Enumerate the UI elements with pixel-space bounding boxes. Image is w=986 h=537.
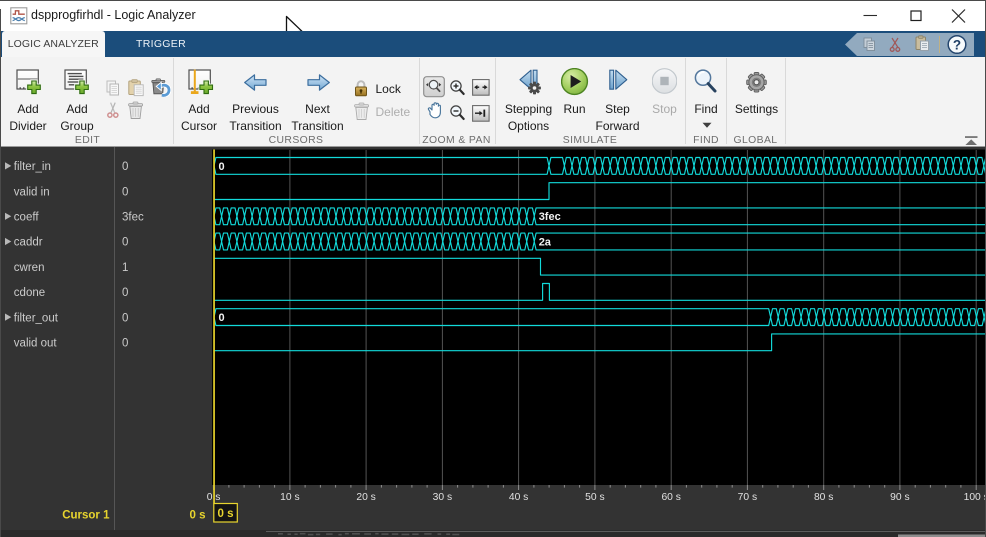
svg-text:90 s: 90 s: [890, 492, 909, 503]
svg-text:0 s: 0 s: [218, 508, 234, 520]
svg-text:0: 0: [122, 186, 128, 198]
svg-text:valid out: valid out: [14, 338, 58, 350]
svg-text:0: 0: [219, 161, 225, 173]
svg-text:cdone: cdone: [14, 287, 45, 299]
svg-text:valid in: valid in: [14, 186, 50, 198]
svg-text:3fec: 3fec: [122, 212, 144, 224]
svg-text:80 s: 80 s: [814, 492, 833, 503]
svg-text:caddr: caddr: [14, 237, 43, 249]
svg-text:40 s: 40 s: [509, 492, 528, 503]
svg-text:filter_in: filter_in: [14, 161, 51, 173]
svg-text:cwren: cwren: [14, 262, 45, 274]
svg-text:30 s: 30 s: [433, 492, 452, 503]
svg-text:1: 1: [122, 262, 128, 274]
svg-text:0 s: 0 s: [190, 510, 206, 522]
svg-text:filter_out: filter_out: [14, 312, 59, 324]
svg-text:Cursor 1: Cursor 1: [62, 510, 110, 522]
svg-text:0: 0: [122, 312, 128, 324]
svg-text:60 s: 60 s: [661, 492, 680, 503]
svg-text:coeff: coeff: [14, 212, 40, 224]
svg-text:0: 0: [122, 287, 128, 299]
svg-text:20 s: 20 s: [356, 492, 375, 503]
svg-text:100 s: 100 s: [964, 492, 986, 503]
svg-text:0: 0: [122, 237, 128, 249]
svg-text:10 s: 10 s: [280, 492, 299, 503]
svg-text:0: 0: [122, 161, 128, 173]
svg-text:0: 0: [122, 338, 128, 350]
svg-text:0: 0: [219, 312, 225, 324]
svg-text:?: ?: [953, 38, 961, 53]
svg-text:3fec: 3fec: [539, 211, 561, 223]
svg-text:2a: 2a: [539, 236, 552, 248]
svg-text:70 s: 70 s: [738, 492, 757, 503]
svg-text:50 s: 50 s: [585, 492, 604, 503]
